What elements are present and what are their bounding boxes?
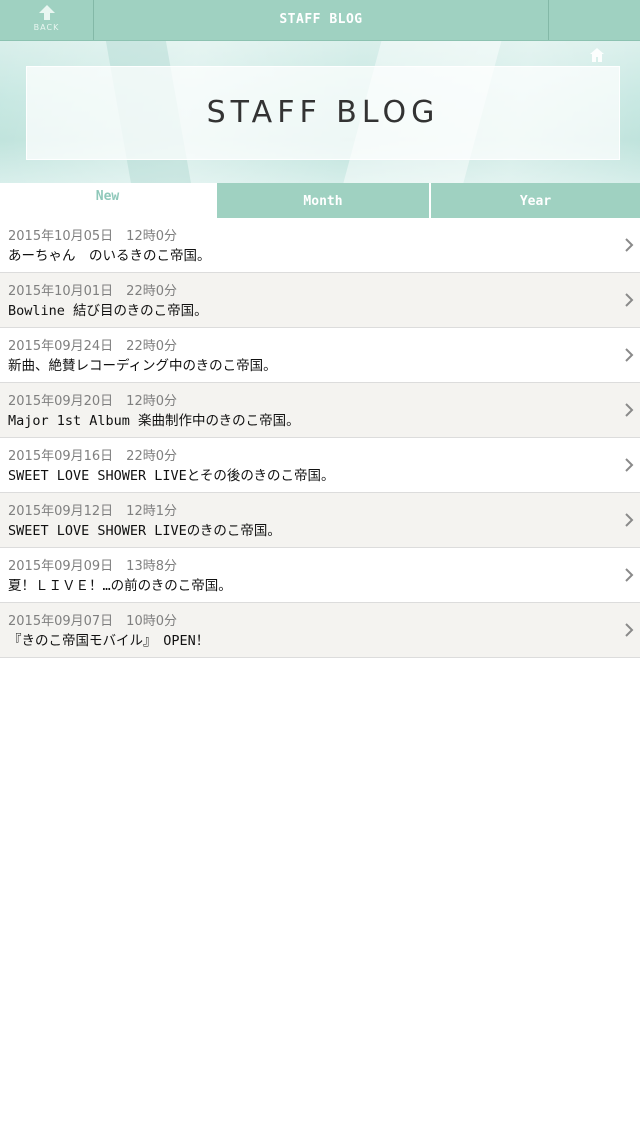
chevron-right-icon xyxy=(625,238,634,252)
back-arrow-icon xyxy=(39,5,55,20)
list-item[interactable]: 2015年10月01日 22時0分 Bowline 結び目のきのこ帝国。 xyxy=(0,273,640,328)
chevron-right-icon xyxy=(625,513,634,527)
post-date: 2015年09月20日 12時0分 xyxy=(8,394,177,409)
hero-title-box: STAFF BLOG xyxy=(26,66,620,160)
post-title: SWEET LOVE SHOWER LIVEのきのこ帝国。 xyxy=(8,523,281,539)
chevron-right-icon xyxy=(625,293,634,307)
post-title: 新曲、絶賛レコーディング中のきのこ帝国。 xyxy=(8,358,277,374)
post-title: Bowline 結び目のきのこ帝国。 xyxy=(8,303,208,319)
post-title: SWEET LOVE SHOWER LIVEとその後のきのこ帝国。 xyxy=(8,468,335,484)
page-title: STAFF BLOG xyxy=(279,12,363,27)
post-title: 夏！ＬＩＶＥ！…の前のきのこ帝国。 xyxy=(8,578,232,594)
post-date: 2015年09月12日 12時1分 xyxy=(8,504,177,519)
chevron-right-icon xyxy=(625,458,634,472)
tab-new[interactable]: New xyxy=(0,183,215,218)
tab-month[interactable]: Month xyxy=(216,183,429,218)
chevron-right-icon xyxy=(625,623,634,637)
top-navigation-bar: BACK STAFF BLOG xyxy=(0,0,640,41)
tab-year[interactable]: Year xyxy=(430,183,640,218)
list-item[interactable]: 2015年09月07日 10時0分 『きのこ帝国モバイル』 OPEN！ xyxy=(0,603,640,658)
post-date: 2015年10月05日 12時0分 xyxy=(8,229,177,244)
list-item[interactable]: 2015年09月09日 13時8分 夏！ＬＩＶＥ！…の前のきのこ帝国。 xyxy=(0,548,640,603)
post-date: 2015年10月01日 22時0分 xyxy=(8,284,177,299)
period-tabs: New Month Year xyxy=(0,183,640,218)
list-item[interactable]: 2015年09月16日 22時0分 SWEET LOVE SHOWER LIVE… xyxy=(0,438,640,493)
post-title: 『きのこ帝国モバイル』 OPEN！ xyxy=(8,633,210,649)
list-item[interactable]: 2015年09月20日 12時0分 Major 1st Album 楽曲制作中の… xyxy=(0,383,640,438)
post-date: 2015年09月07日 10時0分 xyxy=(8,614,177,629)
home-icon[interactable] xyxy=(588,46,606,64)
post-title: あーちゃん のいるきのこ帝国。 xyxy=(8,248,211,264)
list-item[interactable]: 2015年09月24日 22時0分 新曲、絶賛レコーディング中のきのこ帝国。 xyxy=(0,328,640,383)
blog-post-list: 2015年10月05日 12時0分 あーちゃん のいるきのこ帝国。 2015年1… xyxy=(0,218,640,658)
list-item[interactable]: 2015年09月12日 12時1分 SWEET LOVE SHOWER LIVE… xyxy=(0,493,640,548)
post-date: 2015年09月24日 22時0分 xyxy=(8,339,177,354)
hero-banner: STAFF BLOG xyxy=(0,41,640,183)
back-label: BACK xyxy=(33,23,60,32)
post-title: Major 1st Album 楽曲制作中のきのこ帝国。 xyxy=(8,413,300,429)
topbar-right-slot xyxy=(548,0,640,40)
post-date: 2015年09月16日 22時0分 xyxy=(8,449,177,464)
chevron-right-icon xyxy=(625,568,634,582)
chevron-right-icon xyxy=(625,348,634,362)
hero-title: STAFF BLOG xyxy=(206,95,440,130)
post-date: 2015年09月09日 13時8分 xyxy=(8,559,177,574)
back-button[interactable]: BACK xyxy=(0,0,94,40)
chevron-right-icon xyxy=(625,403,634,417)
list-item[interactable]: 2015年10月05日 12時0分 あーちゃん のいるきのこ帝国。 xyxy=(0,218,640,273)
